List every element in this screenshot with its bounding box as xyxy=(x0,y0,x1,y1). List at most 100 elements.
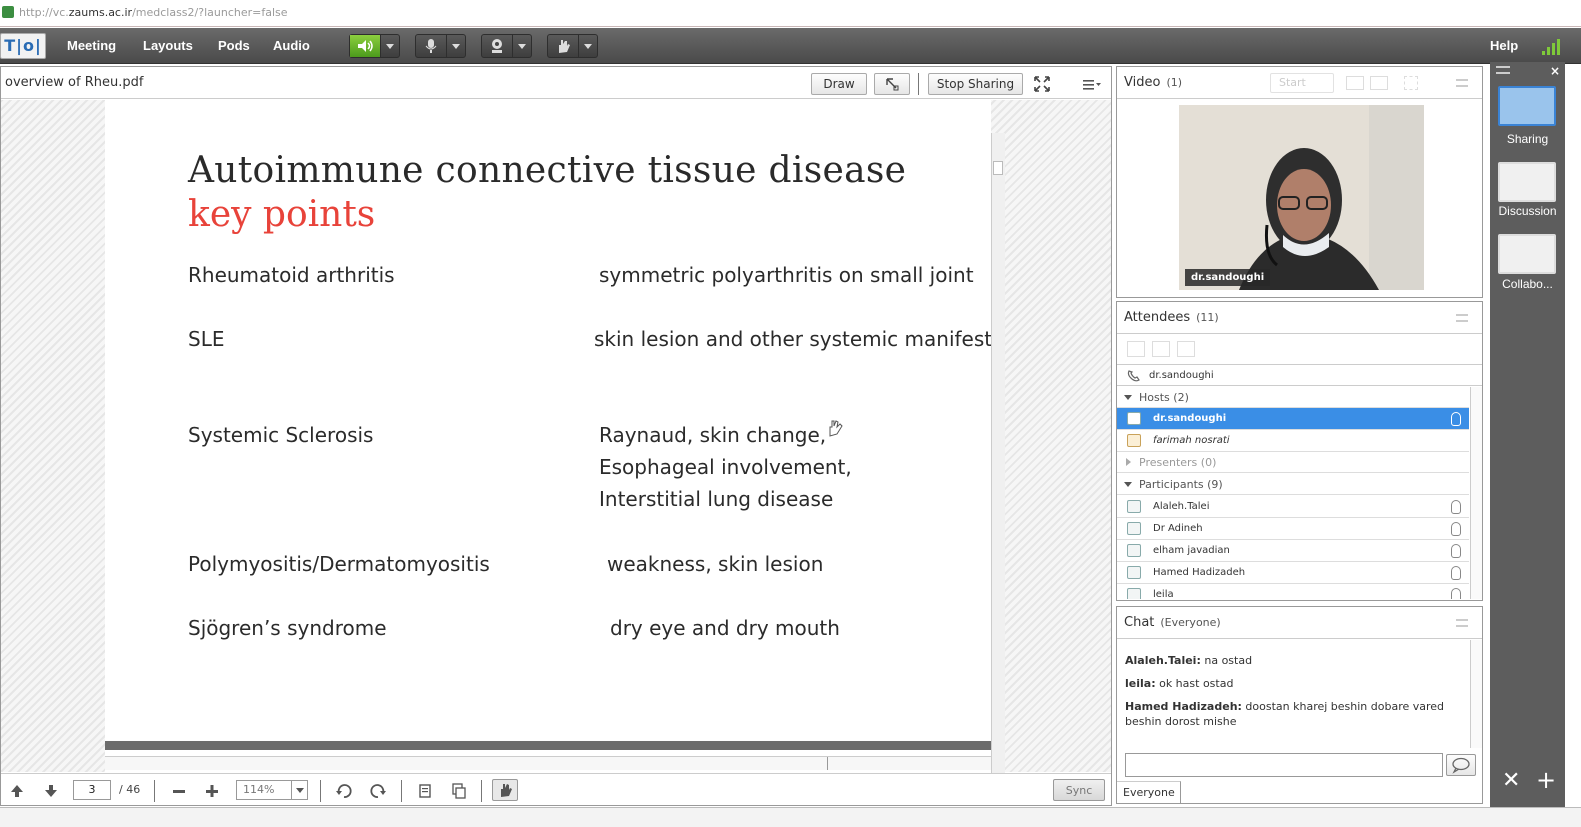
attendee-list-scrollbar[interactable] xyxy=(1470,387,1482,599)
chat-recipient-selector[interactable]: Everyone xyxy=(1117,781,1181,804)
layout-discussion-label[interactable]: Discussion xyxy=(1490,204,1565,218)
rotate-left-icon[interactable] xyxy=(335,782,353,800)
attendee-row[interactable]: leila xyxy=(1117,584,1469,599)
attendee-row[interactable]: Hamed Hadizadeh xyxy=(1117,562,1469,584)
attendee-row-selected[interactable]: dr.sandoughi xyxy=(1117,408,1469,430)
hosts-group[interactable]: Hosts (2) xyxy=(1117,387,1469,408)
hand-icon xyxy=(501,784,512,797)
layouts-menu-icon[interactable] xyxy=(1496,66,1510,74)
fullscreen-icon[interactable] xyxy=(1034,76,1050,95)
share-pod: overview of Rheu.pdf Draw Stop Sharing A… xyxy=(0,66,1112,806)
chevron-down-icon[interactable] xyxy=(291,781,307,799)
grid-view-icon[interactable] xyxy=(1346,76,1364,90)
previous-page-icon[interactable] xyxy=(8,782,26,800)
role-icon[interactable] xyxy=(1177,341,1195,357)
microphone-toggle[interactable] xyxy=(415,34,466,58)
toolbar-divider xyxy=(401,780,402,802)
microphone-dropdown-icon[interactable] xyxy=(452,44,460,49)
zoom-in-icon[interactable] xyxy=(203,782,221,800)
pan-hand-tool[interactable] xyxy=(492,779,518,801)
delete-layout-icon[interactable]: ✕ xyxy=(1502,770,1520,792)
layout-sharing-thumbnail[interactable] xyxy=(1498,86,1556,126)
webcam-toggle[interactable] xyxy=(481,34,532,58)
attendee-row[interactable]: elham javadian xyxy=(1117,540,1469,562)
zoom-level-select[interactable]: 114% xyxy=(236,780,308,800)
list-view-icon[interactable] xyxy=(1127,341,1145,357)
sync-button[interactable]: Sync xyxy=(1053,779,1105,801)
microphone-icon xyxy=(1451,412,1461,426)
host-user-icon xyxy=(1127,412,1141,425)
attendees-toolbar xyxy=(1117,335,1482,365)
pod-options-menu-icon[interactable] xyxy=(1456,314,1468,322)
disease-name: SLE xyxy=(188,327,225,351)
attendee-row[interactable]: farimah nosrati xyxy=(1117,430,1469,452)
zoom-out-icon[interactable] xyxy=(170,782,188,800)
start-webcam-button[interactable]: Start xyxy=(1270,73,1334,93)
microphone-icon xyxy=(1451,588,1461,599)
menu-layouts[interactable]: Layouts xyxy=(143,38,193,53)
raise-hand-toggle[interactable] xyxy=(547,34,598,58)
speaker-icon[interactable] xyxy=(350,35,381,57)
continuous-view-icon[interactable] xyxy=(450,782,468,800)
attendee-list[interactable]: Hosts (2) dr.sandoughi farimah nosrati P… xyxy=(1117,387,1482,599)
single-page-view-icon[interactable] xyxy=(416,782,434,800)
expand-icon[interactable] xyxy=(1404,76,1418,90)
chat-pod-title: Chat (Everyone) xyxy=(1124,615,1221,630)
address-bar[interactable]: http://vc.zaums.ac.ir/medclass2/?launche… xyxy=(0,0,1581,27)
chat-message-input[interactable] xyxy=(1125,753,1443,777)
menu-meeting[interactable]: Meeting xyxy=(67,38,116,53)
document-viewer[interactable]: Autoimmune connective tissue disease key… xyxy=(1,100,1111,805)
layout-discussion-thumbnail[interactable] xyxy=(1498,162,1556,202)
chevron-right-icon[interactable] xyxy=(1126,458,1131,466)
layout-collaboration-label[interactable]: Collabo... xyxy=(1490,277,1565,291)
active-speaker-name: dr.sandoughi xyxy=(1149,370,1214,381)
horizontal-scrollbar[interactable] xyxy=(105,756,991,770)
vertical-scrollbar[interactable] xyxy=(991,133,1005,805)
webcam-dropdown-icon[interactable] xyxy=(518,44,526,49)
video-pod: Video (1) Start dr.sandoughi xyxy=(1116,66,1483,298)
rotate-right-icon[interactable] xyxy=(369,782,387,800)
raise-hand-icon[interactable] xyxy=(548,35,579,57)
menu-help[interactable]: Help xyxy=(1490,38,1518,53)
draw-button[interactable]: Draw xyxy=(811,73,867,95)
disease-feature: dry eye and dry mouth xyxy=(610,616,840,640)
chevron-down-icon[interactable] xyxy=(1124,395,1132,400)
speaker-dropdown-icon[interactable] xyxy=(386,44,394,49)
status-icon[interactable] xyxy=(1152,341,1170,357)
url-text[interactable]: http://vc.zaums.ac.ir/medclass2/?launche… xyxy=(19,6,288,19)
microphone-icon[interactable] xyxy=(416,35,447,57)
menu-pods[interactable]: Pods xyxy=(218,38,250,53)
filmstrip-view-icon[interactable] xyxy=(1370,76,1388,90)
add-layout-icon[interactable]: + xyxy=(1536,768,1556,792)
active-speaker-row: dr.sandoughi xyxy=(1117,365,1482,386)
menu-audio[interactable]: Audio xyxy=(273,38,310,53)
scrollbar-thumb[interactable] xyxy=(993,161,1003,175)
chat-scrollbar[interactable] xyxy=(1470,640,1482,748)
layout-sharing-label[interactable]: Sharing xyxy=(1490,132,1565,146)
presenter-webcam-feed xyxy=(1179,105,1424,290)
presenter-name-label: dr.sandoughi xyxy=(1185,269,1271,286)
webcam-icon[interactable] xyxy=(482,35,513,57)
participants-group[interactable]: Participants (9) xyxy=(1117,474,1469,495)
participant-user-icon xyxy=(1127,500,1141,513)
pointer-button[interactable] xyxy=(874,73,910,95)
presenters-group[interactable]: Presenters (0) xyxy=(1117,452,1469,473)
close-icon[interactable]: × xyxy=(1550,64,1560,78)
attendee-row[interactable]: Alaleh.Talei xyxy=(1117,496,1469,518)
pod-options-menu-icon[interactable] xyxy=(1456,79,1468,87)
participant-user-icon xyxy=(1127,566,1141,579)
pod-options-menu-icon[interactable] xyxy=(1456,619,1468,627)
stop-sharing-button[interactable]: Stop Sharing xyxy=(928,73,1023,95)
next-page-icon[interactable] xyxy=(42,782,60,800)
disease-name: Sjögren’s syndrome xyxy=(188,616,387,640)
layout-collaboration-thumbnail[interactable] xyxy=(1498,234,1556,274)
page-number-input[interactable]: 3 xyxy=(73,780,111,800)
attendee-row[interactable]: Dr Adineh xyxy=(1117,518,1469,540)
chevron-down-icon[interactable] xyxy=(1124,482,1132,487)
speaker-toggle[interactable] xyxy=(349,34,400,58)
status-strip xyxy=(0,807,1581,827)
host-user-icon xyxy=(1127,434,1141,447)
raise-hand-dropdown-icon[interactable] xyxy=(584,44,592,49)
send-message-button[interactable] xyxy=(1446,754,1476,776)
pod-options-menu-icon[interactable] xyxy=(1083,79,1101,93)
